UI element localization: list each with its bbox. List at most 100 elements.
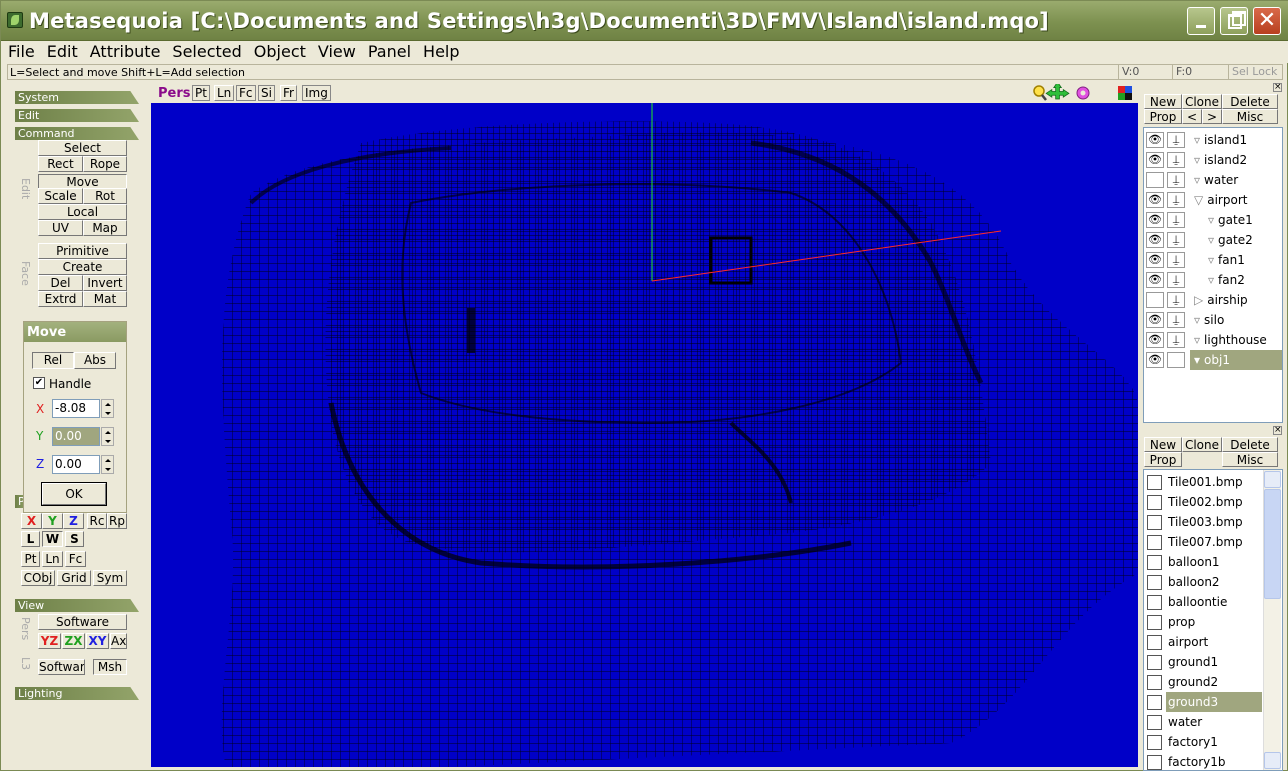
lock-icon[interactable]: ⍊ [1167, 172, 1185, 188]
material-checkbox[interactable] [1147, 695, 1162, 710]
object-row-island2[interactable]: 👁 ⍊ ▿ island2 [1144, 150, 1282, 170]
object-row-lighthouse[interactable]: 👁 ⍊ ▿ lighthouse [1144, 330, 1282, 350]
tab-fc[interactable]: Fc [236, 85, 256, 101]
material-row-factory1[interactable]: factory1 [1144, 732, 1262, 752]
material-row-ground1[interactable]: ground1 [1144, 652, 1262, 672]
menu-file[interactable]: File [3, 41, 40, 62]
rc-button[interactable]: Rc [87, 513, 107, 529]
tab-ln[interactable]: Ln [214, 85, 235, 101]
menu-view[interactable]: View [313, 41, 361, 62]
material-checkbox[interactable] [1147, 575, 1162, 590]
visibility-eye-icon[interactable]: 👁 [1146, 272, 1164, 288]
object-clone-button[interactable]: Clone [1182, 94, 1222, 109]
object-row-island1[interactable]: 👁 ⍊ ▿ island1 [1144, 130, 1282, 150]
maximize-button[interactable] [1220, 7, 1248, 35]
del-button[interactable]: Del [38, 275, 83, 291]
lock-icon[interactable]: ⍊ [1167, 252, 1185, 268]
tab-pt[interactable]: Pt [192, 85, 210, 101]
object-row-airship[interactable]: ⍊ ▷ airship [1144, 290, 1282, 310]
pt-button[interactable]: Pt [21, 551, 40, 567]
material-row-prop[interactable]: prop [1144, 612, 1262, 632]
axis-x-toggle[interactable]: X [21, 513, 42, 529]
y-input[interactable]: 0.00 [52, 427, 100, 446]
lock-icon[interactable]: ⍊ [1167, 132, 1185, 148]
rect-button[interactable]: Rect [38, 156, 83, 172]
uv-button[interactable]: UV [38, 220, 83, 236]
edit-tab[interactable]: Edit [15, 109, 139, 122]
material-row-ground2[interactable]: ground2 [1144, 672, 1262, 692]
material-checkbox[interactable] [1147, 655, 1162, 670]
axis-y-toggle[interactable]: Y [42, 513, 63, 529]
view-layout-icon[interactable] [1117, 85, 1133, 101]
visibility-eye-icon[interactable]: 👁 [1146, 232, 1164, 248]
visibility-eye-icon[interactable] [1146, 172, 1164, 188]
visibility-eye-icon[interactable]: 👁 [1146, 192, 1164, 208]
rel-button[interactable]: Rel [32, 352, 74, 369]
title-bar[interactable]: Metasequoia [C:\Documents and Settings\h… [1, 1, 1288, 41]
zoom-icon[interactable] [1033, 85, 1047, 101]
msh-button[interactable]: Msh [93, 659, 127, 675]
command-tab[interactable]: Command [15, 127, 139, 140]
rp-button[interactable]: Rp [107, 513, 127, 529]
sel-lock-button[interactable]: Sel Lock [1228, 65, 1284, 79]
expand-arrow-icon[interactable]: ▿ [1194, 173, 1200, 187]
scroll-down-icon[interactable] [1264, 752, 1281, 769]
expand-arrow-icon[interactable]: ▿ [1208, 233, 1214, 247]
expand-arrow-icon[interactable]: ▿ [1194, 153, 1200, 167]
x-spinner[interactable] [101, 399, 114, 418]
scale-button[interactable]: Scale [38, 188, 83, 204]
move-panel-title[interactable]: Move [24, 322, 126, 342]
material-row-balloontie[interactable]: balloontie [1144, 592, 1262, 612]
material-row-Tile001-bmp[interactable]: Tile001.bmp [1144, 472, 1262, 492]
expand-arrow-icon[interactable]: ▿ [1194, 333, 1200, 347]
fc-button[interactable]: Fc [65, 551, 86, 567]
system-tab[interactable]: System [15, 91, 139, 104]
expand-arrow-icon[interactable]: ▿ [1208, 273, 1214, 287]
object-row-gate1[interactable]: 👁 ⍊ ▿ gate1 [1144, 210, 1282, 230]
material-checkbox[interactable] [1147, 715, 1162, 730]
object-row-water[interactable]: ⍊ ▿ water [1144, 170, 1282, 190]
material-prop-button[interactable]: Prop [1144, 452, 1182, 467]
visibility-eye-icon[interactable]: 👁 [1146, 152, 1164, 168]
object-next-button[interactable]: > [1202, 109, 1222, 124]
local-button[interactable]: Local [38, 204, 127, 220]
sym-button[interactable]: Sym [93, 570, 127, 586]
material-checkbox[interactable] [1147, 475, 1162, 490]
lock-icon[interactable]: ⍊ [1167, 192, 1185, 208]
pan-icon[interactable] [1045, 84, 1070, 100]
object-misc-button[interactable]: Misc [1222, 109, 1278, 124]
lock-icon[interactable]: ⍊ [1167, 292, 1185, 308]
material-checkbox[interactable] [1147, 635, 1162, 650]
lock-icon[interactable]: ⍊ [1167, 212, 1185, 228]
lighting-tab[interactable]: Lighting [15, 687, 139, 700]
cobj-button[interactable]: CObj [21, 570, 55, 586]
ln-button[interactable]: Ln [42, 551, 63, 567]
material-misc-button[interactable]: Misc [1222, 452, 1278, 467]
visibility-eye-icon[interactable]: 👁 [1146, 132, 1164, 148]
menu-attribute[interactable]: Attribute [85, 41, 166, 62]
x-input[interactable]: -8.08 [52, 399, 100, 418]
menu-selected[interactable]: Selected [167, 41, 246, 62]
material-row-balloon1[interactable]: balloon1 [1144, 552, 1262, 572]
material-panel-close-icon[interactable]: × [1273, 426, 1282, 435]
expand-arrow-icon[interactable]: ▾ [1194, 353, 1200, 367]
lock-icon[interactable]: ⍊ [1167, 152, 1185, 168]
material-delete-button[interactable]: Delete [1222, 437, 1278, 452]
ax-button[interactable]: Ax [110, 633, 127, 649]
visibility-eye-icon[interactable]: 👁 [1146, 352, 1164, 368]
tab-si[interactable]: Si [258, 85, 275, 101]
invert-button[interactable]: Invert [83, 275, 127, 291]
material-checkbox[interactable] [1147, 495, 1162, 510]
material-clone-button[interactable]: Clone [1182, 437, 1222, 452]
rotate-icon[interactable] [1076, 86, 1090, 100]
screen-coord-button[interactable]: S [65, 531, 84, 547]
expand-arrow-icon[interactable]: ▷ [1194, 293, 1203, 307]
y-spinner[interactable] [101, 427, 114, 446]
create-button[interactable]: Create [38, 259, 127, 275]
rot-button[interactable]: Rot [83, 188, 127, 204]
object-row-gate2[interactable]: 👁 ⍊ ▿ gate2 [1144, 230, 1282, 250]
extrd-button[interactable]: Extrd [38, 291, 83, 307]
projection-mode-label[interactable]: Pers [158, 86, 191, 101]
material-checkbox[interactable] [1147, 755, 1162, 770]
material-checkbox[interactable] [1147, 555, 1162, 570]
